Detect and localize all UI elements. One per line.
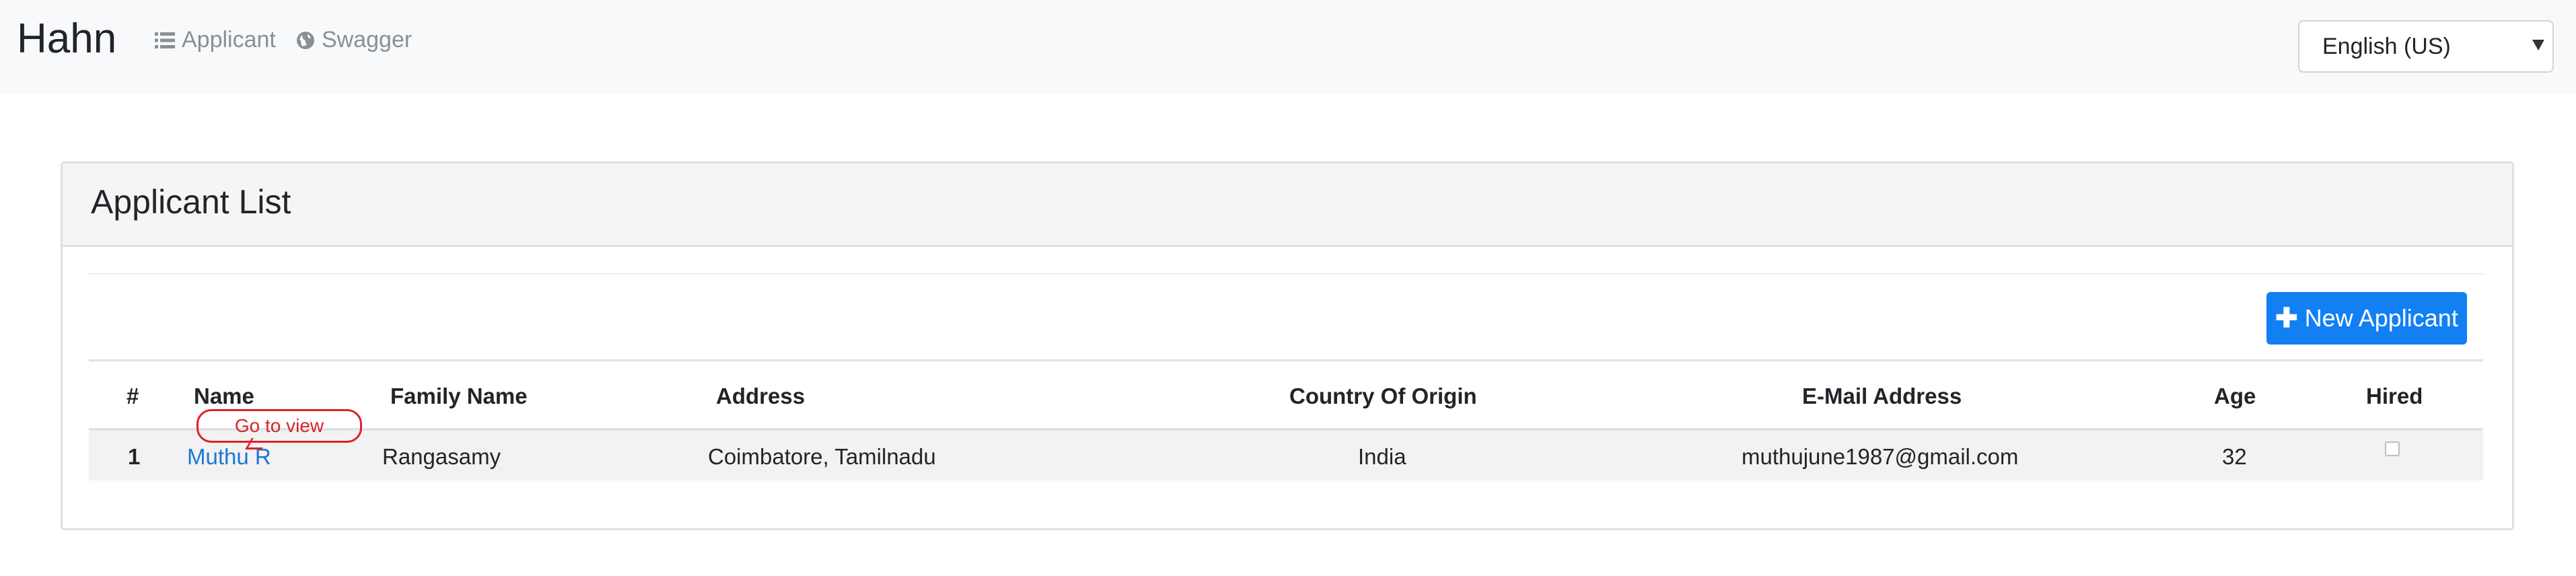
globe-icon [296, 31, 315, 50]
divider [89, 273, 2483, 275]
column-header-address: Address [716, 384, 806, 408]
new-applicant-button[interactable]: ✚ New Applicant [2266, 292, 2467, 345]
cell-age: 32 [2222, 444, 2247, 469]
card-header: Applicant List [63, 164, 2512, 247]
column-header-country: Country Of Origin [1289, 384, 1477, 408]
nav-link-label: Applicant [182, 27, 276, 52]
cell-index: 1 [128, 444, 141, 469]
nav-link-label: Swagger [322, 27, 413, 52]
table-top-border [89, 359, 2483, 361]
plus-icon: ✚ [2275, 303, 2298, 333]
top-navbar: Hahn Applicant Swagger English (US) [0, 0, 2576, 94]
column-header-hired: Hired [2366, 384, 2423, 408]
new-applicant-label: New Applicant [2304, 304, 2458, 332]
chevron-down-icon [2532, 40, 2544, 50]
language-select[interactable]: English (US) [2298, 20, 2554, 73]
brand-logo[interactable]: Hahn [17, 15, 116, 63]
column-header-email: E-Mail Address [1802, 384, 1962, 408]
column-header-name: Name [194, 384, 254, 408]
page-title: Applicant List [91, 183, 291, 221]
column-header-age: Age [2214, 384, 2256, 408]
nav-link-applicant[interactable]: Applicant [155, 27, 276, 53]
cell-country: India [1358, 444, 1406, 469]
language-select-value: English (US) [2322, 33, 2451, 59]
cell-family-name: Rangasamy [382, 444, 501, 469]
cell-email: muthujune1987@gmail.com [1742, 444, 2019, 469]
hired-checkbox[interactable] [2385, 441, 2400, 456]
column-header-family-name: Family Name [390, 384, 528, 408]
list-icon [155, 32, 175, 49]
nav-link-swagger[interactable]: Swagger [296, 27, 412, 53]
go-to-view-annotation: Go to view [196, 409, 362, 443]
cell-address: Coimbatore, Tamilnadu [708, 444, 936, 469]
column-header-index: # [127, 384, 139, 408]
annotation-text: Go to view [234, 415, 324, 436]
